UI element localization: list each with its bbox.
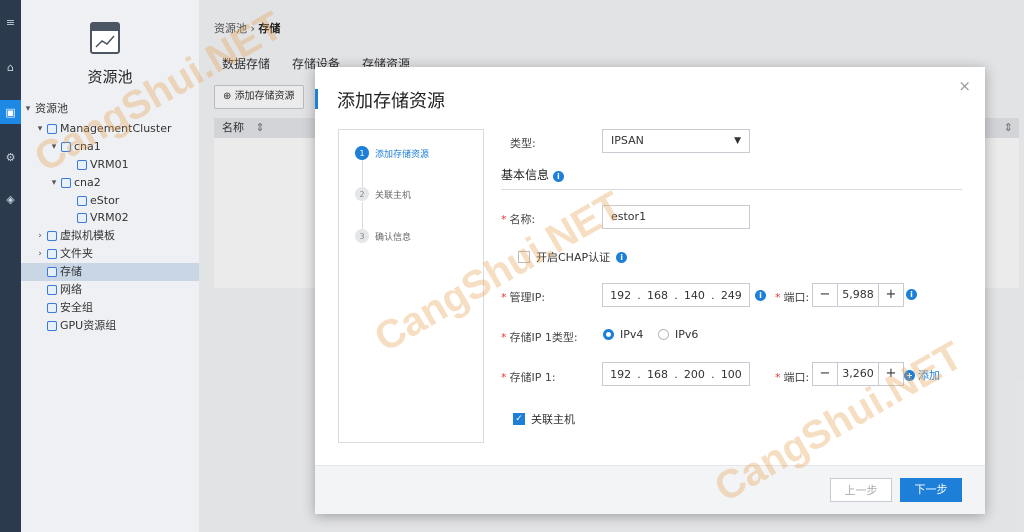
tree-node-cna1[interactable]: ▾ cna1 [50,138,101,156]
vm-icon [77,196,87,206]
add-icon: + [904,369,915,381]
chevron-down-icon[interactable]: ▾ [50,174,58,192]
tree-node-folder[interactable]: › 文件夹 [36,245,93,263]
tree-node-management-cluster[interactable]: ▾ ManagementCluster [36,120,172,138]
vm-icon [77,160,87,170]
resource-tree-panel: 资源池 ▾ 资源池 ▾ ManagementCluster ▾ cna1 VRM01 … [21,0,200,532]
left-rail: ≡ ⌂ ▣ ⚙ ◈ [0,0,21,532]
info-icon[interactable]: i [755,290,766,301]
wizard-steps: 1 添加存储资源 2 关联主机 3 确认信息 [338,129,484,443]
add-storage-resource-dialog: 添加存储资源 × 1 添加存储资源 2 关联主机 3 确认信息 类型: IPSAN ▼… [315,67,985,514]
close-icon[interactable]: × [958,77,971,95]
network-icon [47,285,57,295]
add-storage-ip-link[interactable]: + 添加 [904,367,940,383]
decrement-button[interactable]: − [813,284,837,306]
increment-button[interactable]: + [879,363,903,385]
vm-icon [77,213,87,223]
storage-port-label: * 端口: [775,371,810,384]
chevron-down-icon: ▼ [734,136,741,146]
host-icon [61,142,71,152]
resource-icon[interactable]: ▣ [0,100,21,124]
tree-node-estor[interactable]: eStor [77,192,119,210]
check-icon: ✓ [513,413,525,425]
mgmt-ip-label: * 管理IP: [501,291,546,304]
info-icon[interactable]: i [906,289,917,300]
ipv6-radio[interactable]: IPv6 [658,328,698,341]
mgmt-port-stepper[interactable]: − 5,988 + [812,283,904,307]
dialog-footer: 上一步 下一步 [315,465,985,514]
storage-ip-input[interactable]: 192. 168. 200. 100 [602,362,750,386]
prev-button[interactable]: 上一步 [830,478,892,502]
step-connector [362,202,363,230]
dialog-title: 添加存储资源 [337,91,445,112]
section-basic-info: 基本信息 i [501,166,564,183]
resource-pool-icon [90,22,120,54]
type-select[interactable]: IPSAN ▼ [602,129,750,153]
tree-node-gpu-group[interactable]: GPU资源组 [47,317,116,335]
storage-port-stepper[interactable]: − 3,260 + [812,362,904,386]
increment-button[interactable]: + [879,284,903,306]
host-icon [61,178,71,188]
cluster-icon [47,124,57,134]
info-icon[interactable]: i [616,251,628,263]
ipv4-radio[interactable]: IPv4 [603,328,643,341]
type-label: 类型: [510,137,536,150]
tree-node-storage[interactable]: 存储 [21,263,199,281]
ip-type-label: * 存储IP 1类型: [501,331,578,344]
title-accent-bar [315,89,318,109]
chevron-down-icon[interactable]: ▾ [36,120,44,138]
menu-icon[interactable]: ≡ [0,10,21,34]
tree-node-cna2[interactable]: ▾ cna2 [50,174,101,192]
step-2: 2 关联主机 [355,187,411,201]
step-3: 3 确认信息 [355,229,411,243]
step-1: 1 添加存储资源 [355,146,429,160]
storage-ip-label: * 存储IP 1: [501,371,556,384]
tree-node-vrm02[interactable]: VRM02 [77,209,129,227]
monitor-icon[interactable]: ◈ [0,187,21,211]
tree-node-network[interactable]: 网络 [47,281,82,299]
info-icon[interactable]: i [552,171,564,182]
section-divider [501,189,962,190]
name-label: * 名称: [501,213,536,226]
tree-node-security-group[interactable]: 安全组 [47,299,93,317]
security-icon [47,303,57,313]
settings-icon[interactable]: ⚙ [0,145,21,169]
folder-icon [47,249,57,259]
step-connector [362,160,363,188]
name-input[interactable]: estor1 [602,205,750,229]
next-button[interactable]: 下一步 [900,478,962,502]
sidebar-title: 资源池 [87,68,133,86]
chap-checkbox[interactable]: 开启CHAP认证 i [518,249,628,265]
home-icon[interactable]: ⌂ [0,55,21,79]
chevron-down-icon[interactable]: ▾ [50,138,58,156]
tree-node-resource-pool[interactable]: ▾ 资源池 [24,100,68,118]
chevron-right-icon[interactable]: › [36,245,44,263]
tree-node-vm-templates[interactable]: › 虚拟机模板 [36,227,115,245]
gpu-icon [47,321,57,331]
tree-node-vrm01[interactable]: VRM01 [77,156,129,174]
associate-host-checkbox[interactable]: ✓ 关联主机 [513,411,575,427]
decrement-button[interactable]: − [813,363,837,385]
mgmt-ip-input[interactable]: 192. 168. 140. 249 [602,283,750,307]
template-icon [47,231,57,241]
mgmt-port-label: * 端口: [775,291,810,304]
chevron-down-icon[interactable]: ▾ [24,100,32,118]
storage-icon [47,267,57,277]
chevron-right-icon[interactable]: › [36,227,44,245]
